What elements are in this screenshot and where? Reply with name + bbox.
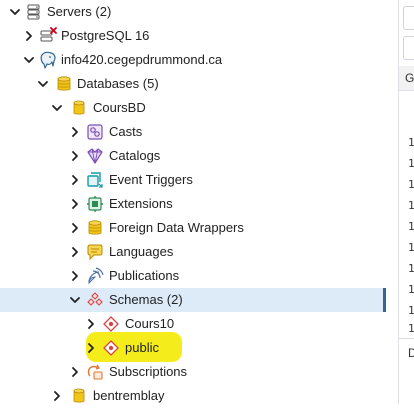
tree-node-extensions[interactable]: Extensions [0, 192, 386, 216]
chevron-right-icon[interactable] [68, 221, 82, 235]
chevron-down-icon[interactable] [22, 53, 36, 67]
server-disconnected-icon [39, 27, 57, 45]
chevron-down-icon[interactable] [36, 77, 50, 91]
chevron-right-icon[interactable] [68, 173, 82, 187]
extension-icon [86, 195, 104, 213]
subscription-icon [86, 363, 104, 381]
line-number: 1 [408, 304, 414, 317]
tree-node-bentremblay[interactable]: bentremblay [0, 384, 386, 408]
chevron-right-icon[interactable] [22, 29, 36, 43]
tree-node-label: Schemas (2) [109, 292, 183, 307]
line-number: 1 [408, 178, 414, 191]
tree-node-label: Databases (5) [77, 76, 159, 91]
language-icon [86, 243, 104, 261]
output-tab[interactable]: D [408, 346, 414, 360]
tree-node-event-triggers[interactable]: Event Triggers [0, 168, 386, 192]
line-number: 1 [408, 241, 414, 254]
line-number: 1 [408, 322, 414, 335]
line-number: 1 [408, 262, 414, 275]
tree-node-postgresql-16[interactable]: PostgreSQL 16 [0, 24, 386, 48]
chevron-right-icon[interactable] [68, 245, 82, 259]
chevron-down-icon[interactable] [50, 101, 64, 115]
chevron-right-icon[interactable] [68, 197, 82, 211]
tree-node-label: Foreign Data Wrappers [109, 220, 244, 235]
tree-node-catalogs[interactable]: Catalogs [0, 144, 386, 168]
tree-node-label: Catalogs [109, 148, 161, 163]
cast-icon [86, 123, 104, 141]
panel-divider [399, 338, 414, 339]
schema-icon [102, 315, 120, 333]
chevron-down-icon[interactable] [8, 5, 22, 19]
chevron-right-icon[interactable] [84, 317, 98, 331]
schemas-icon [86, 291, 104, 309]
tree-node-label: CoursBD [93, 100, 146, 115]
tree-node-subscriptions[interactable]: Subscriptions [0, 360, 386, 384]
chevron-right-icon[interactable] [50, 389, 64, 403]
chevron-right-icon[interactable] [68, 149, 82, 163]
chevron-right-icon[interactable] [84, 341, 98, 355]
foreign-data-wrapper-icon [86, 219, 104, 237]
tree-node-databases[interactable]: Databases (5) [0, 72, 386, 96]
databases-icon [55, 75, 73, 93]
editor-tab[interactable]: G [405, 71, 414, 85]
tree-node-schemas[interactable]: Schemas (2) [0, 288, 386, 312]
tree-node-label: Languages [109, 244, 174, 259]
schema-icon [102, 339, 120, 357]
object-explorer-tree: Servers (2) PostgreSQL 16 info420.cegepd… [0, 0, 398, 404]
chevron-right-icon[interactable] [68, 365, 82, 379]
tree-node-label: Event Triggers [109, 172, 193, 187]
tree-node-info420-server[interactable]: info420.cegepdrummond.ca [0, 48, 386, 72]
line-number: 1 [408, 157, 414, 170]
line-number: 1 [408, 136, 414, 149]
tree-node-label: bentremblay [93, 388, 165, 403]
tree-node-label: Casts [109, 124, 143, 139]
event-trigger-icon [86, 171, 104, 189]
tree-node-casts[interactable]: Casts [0, 120, 386, 144]
tree-node-coursbd[interactable]: CoursBD [0, 96, 386, 120]
query-editor-panel: G 1 1 1 1 1 1 1 1 1 1 D [398, 0, 414, 404]
tree-node-languages[interactable]: Languages [0, 240, 386, 264]
chevron-right-icon[interactable] [68, 269, 82, 283]
tree-node-schema-public[interactable]: public [0, 336, 386, 360]
server-group-icon [25, 3, 43, 21]
chevron-right-icon[interactable] [68, 125, 82, 139]
line-number: 1 [408, 283, 414, 296]
catalog-icon [86, 147, 104, 165]
tree-node-label: info420.cegepdrummond.ca [61, 52, 223, 67]
chevron-down-icon[interactable] [68, 293, 82, 307]
tree-node-label: Extensions [109, 196, 173, 211]
database-icon [70, 387, 88, 405]
line-number: 1 [408, 199, 414, 212]
toolbar-button[interactable] [403, 6, 414, 30]
toolbar-button[interactable] [403, 36, 414, 60]
tree-node-publications[interactable]: Publications [0, 264, 386, 288]
tree-node-label: Cours10 [125, 316, 175, 331]
postgres-elephant-icon [39, 51, 57, 69]
tree-node-label: PostgreSQL 16 [61, 28, 150, 43]
database-icon [70, 99, 88, 117]
tree-node-schema-cours10[interactable]: Cours10 [0, 312, 386, 336]
tree-node-label: public [125, 340, 159, 355]
tree-node-label: Subscriptions [109, 364, 188, 379]
tree-node-label: Servers (2) [47, 4, 112, 19]
tree-node-servers[interactable]: Servers (2) [0, 0, 386, 24]
publication-icon [86, 267, 104, 285]
tree-node-foreign-data-wrappers[interactable]: Foreign Data Wrappers [0, 216, 386, 240]
line-number: 1 [408, 220, 414, 233]
tree-node-label: Publications [109, 268, 180, 283]
